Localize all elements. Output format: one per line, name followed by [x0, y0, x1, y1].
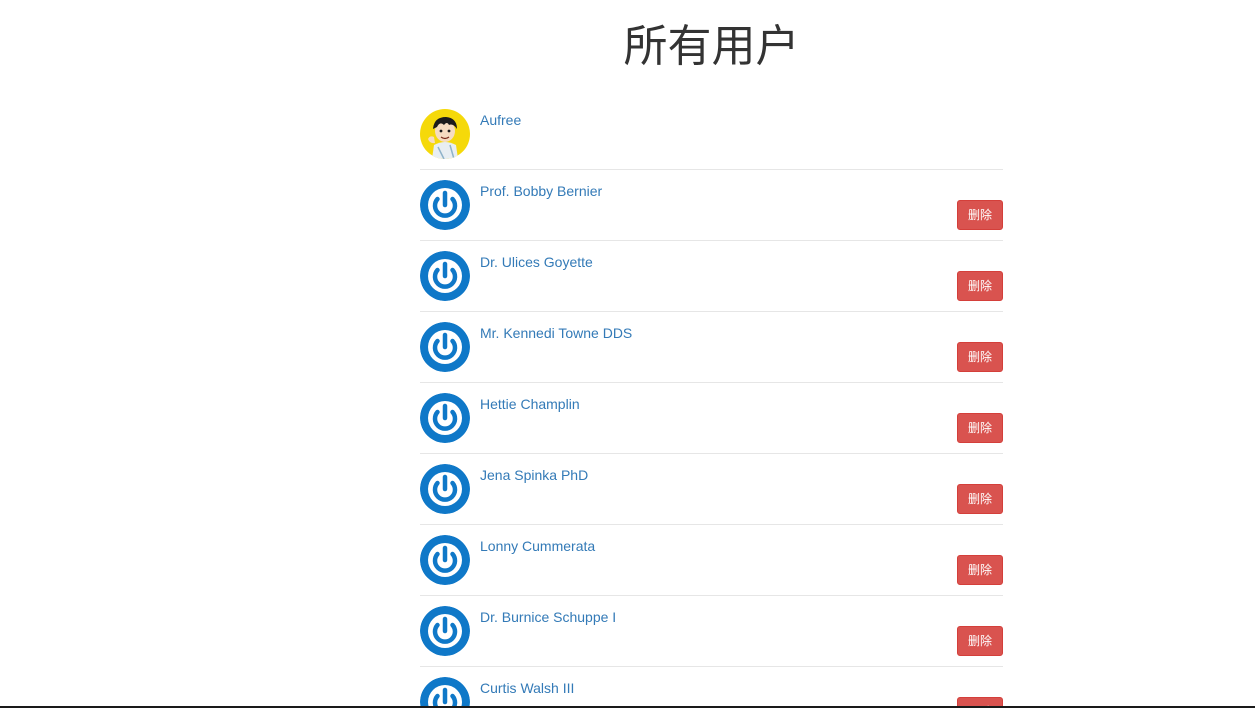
gravatar-power-icon[interactable] — [420, 535, 470, 585]
user-name-link[interactable]: Prof. Bobby Bernier — [480, 182, 602, 200]
user-name-link[interactable]: Curtis Walsh III — [480, 679, 574, 697]
gravatar-power-icon[interactable] — [420, 322, 470, 372]
user-row: Prof. Bobby Bernier 删除 — [420, 170, 1003, 241]
gravatar-power-icon[interactable] — [420, 393, 470, 443]
gravatar-power-icon[interactable] — [420, 180, 470, 230]
delete-button[interactable]: 删除 — [957, 626, 1003, 656]
user-name-link[interactable]: Dr. Burnice Schuppe I — [480, 608, 616, 626]
delete-button[interactable]: 删除 — [957, 484, 1003, 514]
user-row: Dr. Ulices Goyette 删除 — [420, 241, 1003, 312]
user-row: Jena Spinka PhD 删除 — [420, 454, 1003, 525]
delete-button[interactable]: 删除 — [957, 200, 1003, 230]
page: 所有用户 Aufree Prof. Bobby Bernier 删除 Dr. U… — [0, 0, 1255, 708]
gravatar-power-icon[interactable] — [420, 464, 470, 514]
user-row: Lonny Cummerata 删除 — [420, 525, 1003, 596]
user-row: Hettie Champlin 删除 — [420, 383, 1003, 454]
user-row: Dr. Burnice Schuppe I 删除 — [420, 596, 1003, 667]
user-list: Aufree Prof. Bobby Bernier 删除 Dr. Ulices… — [420, 99, 1003, 708]
user-name-link[interactable]: Mr. Kennedi Towne DDS — [480, 324, 632, 342]
delete-button[interactable]: 删除 — [957, 413, 1003, 443]
user-name-link[interactable]: Jena Spinka PhD — [480, 466, 588, 484]
user-row: Mr. Kennedi Towne DDS 删除 — [420, 312, 1003, 383]
page-title: 所有用户 — [623, 21, 800, 72]
user-name-link[interactable]: Aufree — [480, 111, 521, 129]
user-row: Curtis Walsh III 删除 — [420, 667, 1003, 708]
gravatar-power-icon[interactable] — [420, 677, 470, 708]
user-row: Aufree — [420, 99, 1003, 170]
delete-button[interactable]: 删除 — [957, 342, 1003, 372]
user-name-link[interactable]: Dr. Ulices Goyette — [480, 253, 593, 271]
delete-button[interactable]: 删除 — [957, 555, 1003, 585]
gravatar-power-icon[interactable] — [420, 606, 470, 656]
gravatar-power-icon[interactable] — [420, 251, 470, 301]
delete-button[interactable]: 删除 — [957, 271, 1003, 301]
cartoon-character-avatar[interactable] — [420, 109, 470, 159]
user-name-link[interactable]: Hettie Champlin — [480, 395, 580, 413]
user-name-link[interactable]: Lonny Cummerata — [480, 537, 595, 555]
